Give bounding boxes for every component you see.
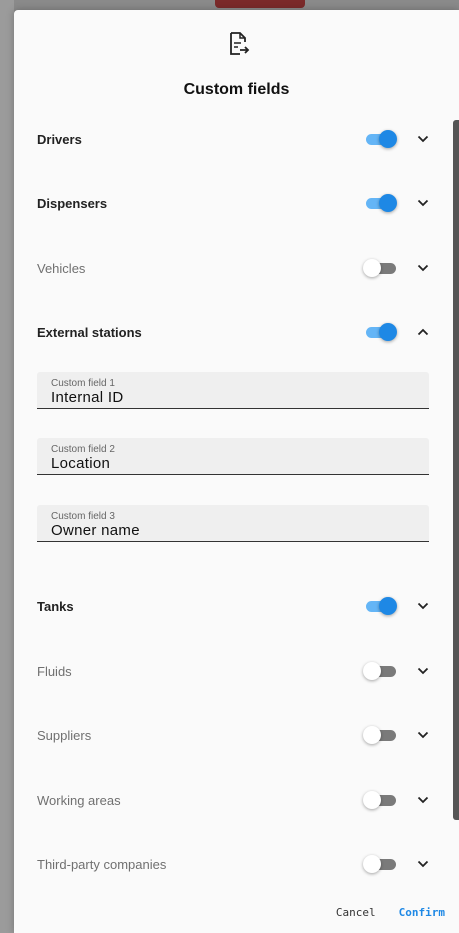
custom-field-2-input[interactable]: Custom field 2 Location	[37, 438, 429, 475]
chevron-down-icon[interactable]	[417, 796, 429, 804]
toggle-dispensers[interactable]	[363, 193, 397, 213]
custom-field-1-input[interactable]: Custom field 1 Internal ID	[37, 372, 429, 409]
chevron-down-icon[interactable]	[417, 731, 429, 739]
section-row-external-stations: External stations	[37, 317, 429, 347]
backdrop-logo	[215, 0, 305, 8]
chevron-down-icon[interactable]	[417, 667, 429, 675]
field-label: Custom field 3	[51, 511, 115, 522]
chevron-down-icon[interactable]	[417, 602, 429, 610]
toggle-vehicles[interactable]	[363, 258, 397, 278]
cancel-button[interactable]: Cancel	[336, 906, 376, 919]
section-row-drivers: Drivers	[37, 124, 429, 154]
field-label: Custom field 1	[51, 378, 115, 389]
chevron-down-icon[interactable]	[417, 264, 429, 272]
section-label: Third-party companies	[37, 856, 167, 872]
section-label: Working areas	[37, 792, 121, 808]
toggle-fluids[interactable]	[363, 661, 397, 681]
chevron-up-icon[interactable]	[417, 328, 429, 336]
field-value: Owner name	[51, 522, 140, 539]
section-label: Vehicles	[37, 260, 86, 276]
chevron-down-icon[interactable]	[417, 199, 429, 207]
section-label: Suppliers	[37, 727, 92, 743]
section-label: Tanks	[37, 598, 74, 614]
section-label: Dispensers	[37, 195, 108, 211]
toggle-tanks[interactable]	[363, 596, 397, 616]
toggle-working-areas[interactable]	[363, 790, 397, 810]
field-value: Location	[51, 455, 111, 472]
backdrop	[0, 0, 14, 933]
scrollbar[interactable]	[453, 120, 459, 820]
section-row-vehicles: Vehicles	[37, 253, 429, 283]
section-label: Drivers	[37, 131, 82, 147]
toggle-suppliers[interactable]	[363, 725, 397, 745]
custom-field-3-input[interactable]: Custom field 3 Owner name	[37, 505, 429, 542]
section-row-tanks: Tanks	[37, 591, 429, 621]
custom-fields-dialog: Custom fields Drivers Dispensers Vehicle…	[14, 10, 459, 933]
toggle-drivers[interactable]	[363, 129, 397, 149]
field-label: Custom field 2	[51, 444, 115, 455]
dialog-title: Custom fields	[183, 81, 290, 98]
section-label: External stations	[37, 324, 142, 340]
confirm-button[interactable]: Confirm	[399, 906, 445, 919]
toggle-third-party-companies[interactable]	[363, 854, 397, 874]
section-row-fluids: Fluids	[37, 656, 429, 686]
section-row-third-party-companies: Third-party companies	[37, 849, 429, 879]
toggle-external-stations[interactable]	[363, 322, 397, 342]
field-value: Internal ID	[51, 389, 124, 406]
chevron-down-icon[interactable]	[417, 135, 429, 143]
section-row-dispensers: Dispensers	[37, 188, 429, 218]
section-row-suppliers: Suppliers	[37, 720, 429, 750]
section-row-working-areas: Working areas	[37, 785, 429, 815]
section-label: Fluids	[37, 663, 72, 679]
dialog-actions: Cancel Confirm	[336, 906, 445, 919]
document-export-icon	[230, 32, 250, 55]
chevron-down-icon[interactable]	[417, 860, 429, 868]
